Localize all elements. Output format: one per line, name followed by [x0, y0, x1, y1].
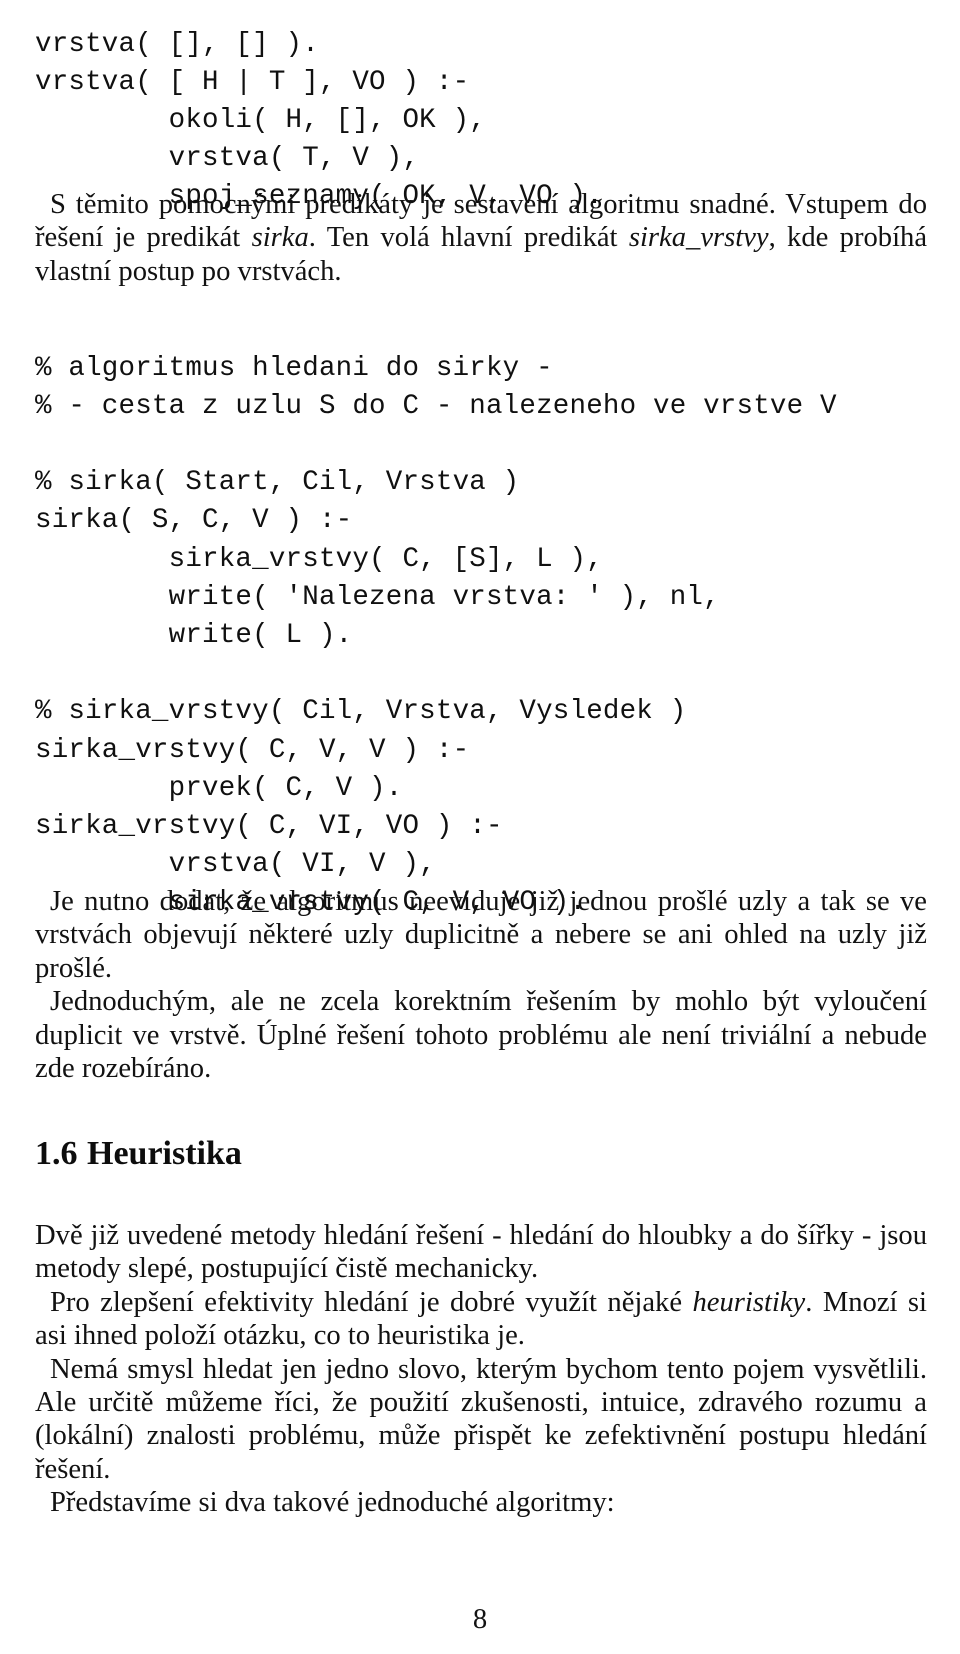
code-line: % algoritmus hledani do sirky -: [35, 352, 553, 384]
paragraph: Nemá smysl hledat jen jedno slovo, který…: [35, 1353, 927, 1487]
emphasis-text: sirka_vrstvy: [628, 222, 769, 254]
emphasis-text: heuristiky: [692, 1286, 806, 1318]
code-line: % sirka( Start, Cil, Vrstva ): [35, 467, 520, 499]
code-line: % sirka_vrstvy( Cil, Vrstva, Vysledek ): [35, 696, 687, 728]
paragraph: Pro zlepšení efektivity hledání je dobré…: [35, 1286, 927, 1353]
body-text: . Ten volá hlavní predikát: [308, 222, 629, 254]
body-text: Představíme si dva takové jednoduché alg…: [50, 1487, 615, 1519]
paragraph: Dvě již uvedené metody hledání řešení - …: [35, 1219, 927, 1286]
body-text: Jednoduchým, ale ne zcela korektním řeše…: [35, 986, 927, 1085]
code-line: sirka_vrstvy( C, V, V ) :-: [35, 734, 470, 766]
document-page: vrstva( [], [] ). vrstva( [ H | T ], VO )…: [0, 0, 960, 1654]
code-line: vrstva( [], [] ).: [35, 28, 319, 60]
body-text: Dvě již uvedené metody hledání řešení - …: [35, 1220, 927, 1285]
paragraph: Představíme si dva takové jednoduché alg…: [35, 1486, 927, 1519]
code-line: sirka( S, C, V ) :-: [35, 505, 353, 537]
paragraph: Jednoduchým, ale ne zcela korektním řeše…: [35, 985, 927, 1085]
section-number: 1.6: [35, 1135, 78, 1173]
code-line: sirka_vrstvy( C, [S], L ),: [35, 543, 603, 575]
section-heading: 1.6 Heuristika: [35, 1134, 927, 1174]
code-line: prvek( C, V ).: [35, 772, 403, 804]
body-text: Pro zlepšení efektivity hledání je dobré…: [50, 1286, 693, 1318]
emphasis-text: sirka: [251, 222, 309, 254]
code-line: write( 'Nalezena vrstva: ' ), nl,: [35, 581, 720, 613]
code-line: % - cesta z uzlu S do C - nalezeneho ve …: [35, 390, 837, 422]
code-line: vrstva( [ H | T ], VO ) :-: [35, 66, 470, 98]
paragraph: S těmito pomocnými predikáty je sestaven…: [35, 188, 927, 288]
code-line: okoli( H, [], OK ),: [35, 104, 486, 136]
code-line: write( L ).: [35, 619, 353, 651]
paragraph-group-heuristika: Dvě již uvedené metody hledání řešení - …: [35, 1219, 927, 1520]
page-number: 8: [472, 1604, 488, 1635]
section-title: Heuristika: [87, 1135, 242, 1173]
code-block-sirka: % algoritmus hledani do sirky - % - cesta…: [35, 350, 837, 923]
paragraph-group-notes: Je nutno dodat, že algoritmus neeviduje …: [35, 885, 927, 1085]
paragraph: Je nutno dodat, že algoritmus neeviduje …: [35, 885, 927, 985]
code-line: vrstva( VI, V ),: [35, 849, 436, 881]
code-line: vrstva( T, V ),: [35, 143, 420, 175]
code-line: sirka_vrstvy( C, VI, VO ) :-: [35, 810, 503, 842]
body-text: Je nutno dodat, že algoritmus neeviduje …: [35, 886, 927, 984]
body-text: Nemá smysl hledat jen jedno slovo, který…: [35, 1353, 927, 1485]
paragraph-group-intro: S těmito pomocnými predikáty je sestaven…: [35, 188, 927, 288]
